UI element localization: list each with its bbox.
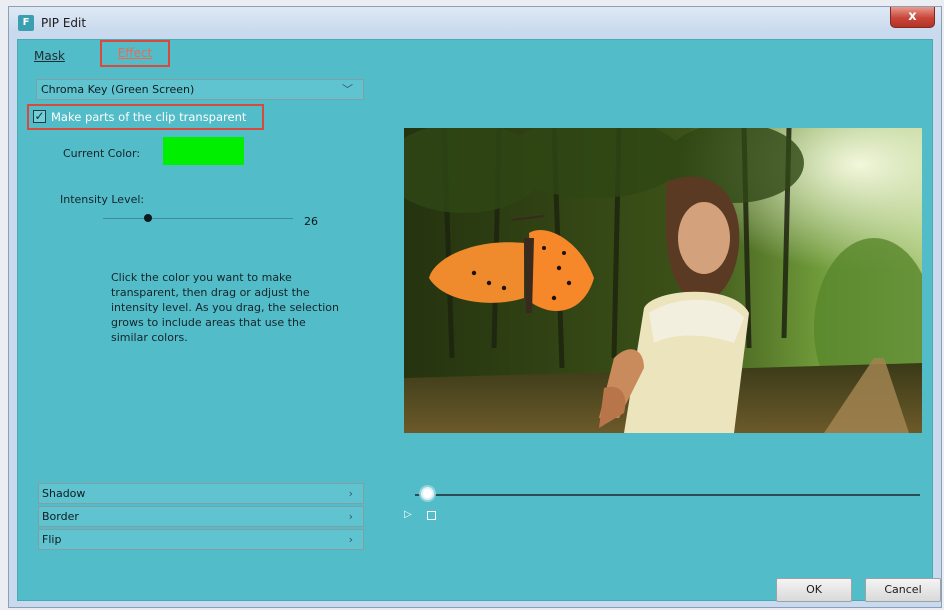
chevron-right-icon: › — [348, 533, 353, 546]
cancel-button[interactable]: Cancel — [865, 578, 941, 602]
play-icon[interactable]: ▷ — [404, 509, 412, 520]
timeline-playhead[interactable] — [421, 487, 434, 500]
dialog-body: Mask Effect Chroma Key (Green Screen) ﹀ … — [17, 39, 941, 602]
ok-button[interactable]: OK — [776, 578, 852, 602]
intensity-value: 26 — [304, 215, 318, 228]
intensity-slider-thumb[interactable] — [144, 214, 152, 222]
effect-type-value: Chroma Key (Green Screen) — [41, 83, 195, 96]
pip-edit-window: F PIP Edit x Mask Effect Chroma Key (Gre… — [8, 6, 942, 608]
stop-icon[interactable] — [427, 511, 436, 520]
title-bar[interactable]: F PIP Edit x — [9, 7, 941, 39]
chevron-down-icon: ﹀ — [342, 83, 353, 96]
window-title: PIP Edit — [41, 16, 87, 30]
app-icon: F — [18, 15, 34, 31]
current-color-swatch[interactable] — [163, 137, 244, 165]
chroma-key-help-text: Click the color you want to make transpa… — [111, 271, 340, 344]
current-color-label: Current Color: — [63, 147, 141, 160]
transparent-checkbox-label: Make parts of the clip transparent — [51, 110, 247, 124]
section-flip-label: Flip — [42, 533, 62, 546]
section-border-label: Border — [42, 510, 79, 523]
intensity-level-label: Intensity Level: — [60, 193, 145, 206]
chevron-right-icon: › — [348, 510, 353, 523]
tab-mask[interactable]: Mask — [34, 49, 65, 63]
timeline-track[interactable] — [415, 494, 920, 496]
section-border[interactable]: Border › — [38, 506, 364, 527]
effect-type-select[interactable]: Chroma Key (Green Screen) ﹀ — [36, 79, 364, 100]
preview-image — [404, 128, 922, 433]
section-shadow-label: Shadow — [42, 487, 86, 500]
section-flip[interactable]: Flip › — [38, 529, 364, 550]
video-preview[interactable] — [404, 128, 922, 433]
chevron-right-icon: › — [348, 487, 353, 500]
section-shadow[interactable]: Shadow › — [38, 483, 364, 504]
transparent-option[interactable]: ✓ Make parts of the clip transparent — [27, 104, 264, 130]
close-button[interactable]: x — [890, 7, 935, 28]
intensity-slider-track[interactable] — [103, 218, 293, 219]
tab-effect[interactable]: Effect — [100, 40, 170, 67]
transparent-checkbox[interactable]: ✓ — [33, 110, 46, 123]
